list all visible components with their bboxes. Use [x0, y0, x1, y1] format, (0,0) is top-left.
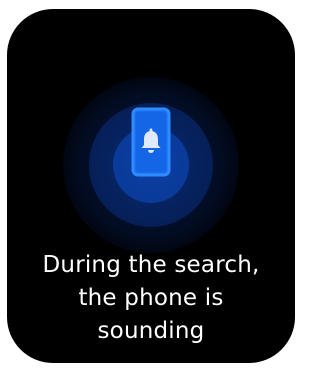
phone-ringing-icon: [131, 107, 171, 177]
message-line-2: the phone is: [78, 285, 224, 311]
watch-screen: During the search, the phone is sounding: [7, 9, 295, 363]
message-line-3: sounding: [97, 318, 205, 344]
search-pulse-indicator: [63, 77, 239, 253]
message-line-1: During the search,: [42, 252, 260, 278]
search-status-message: During the search, the phone is sounding: [7, 249, 295, 348]
